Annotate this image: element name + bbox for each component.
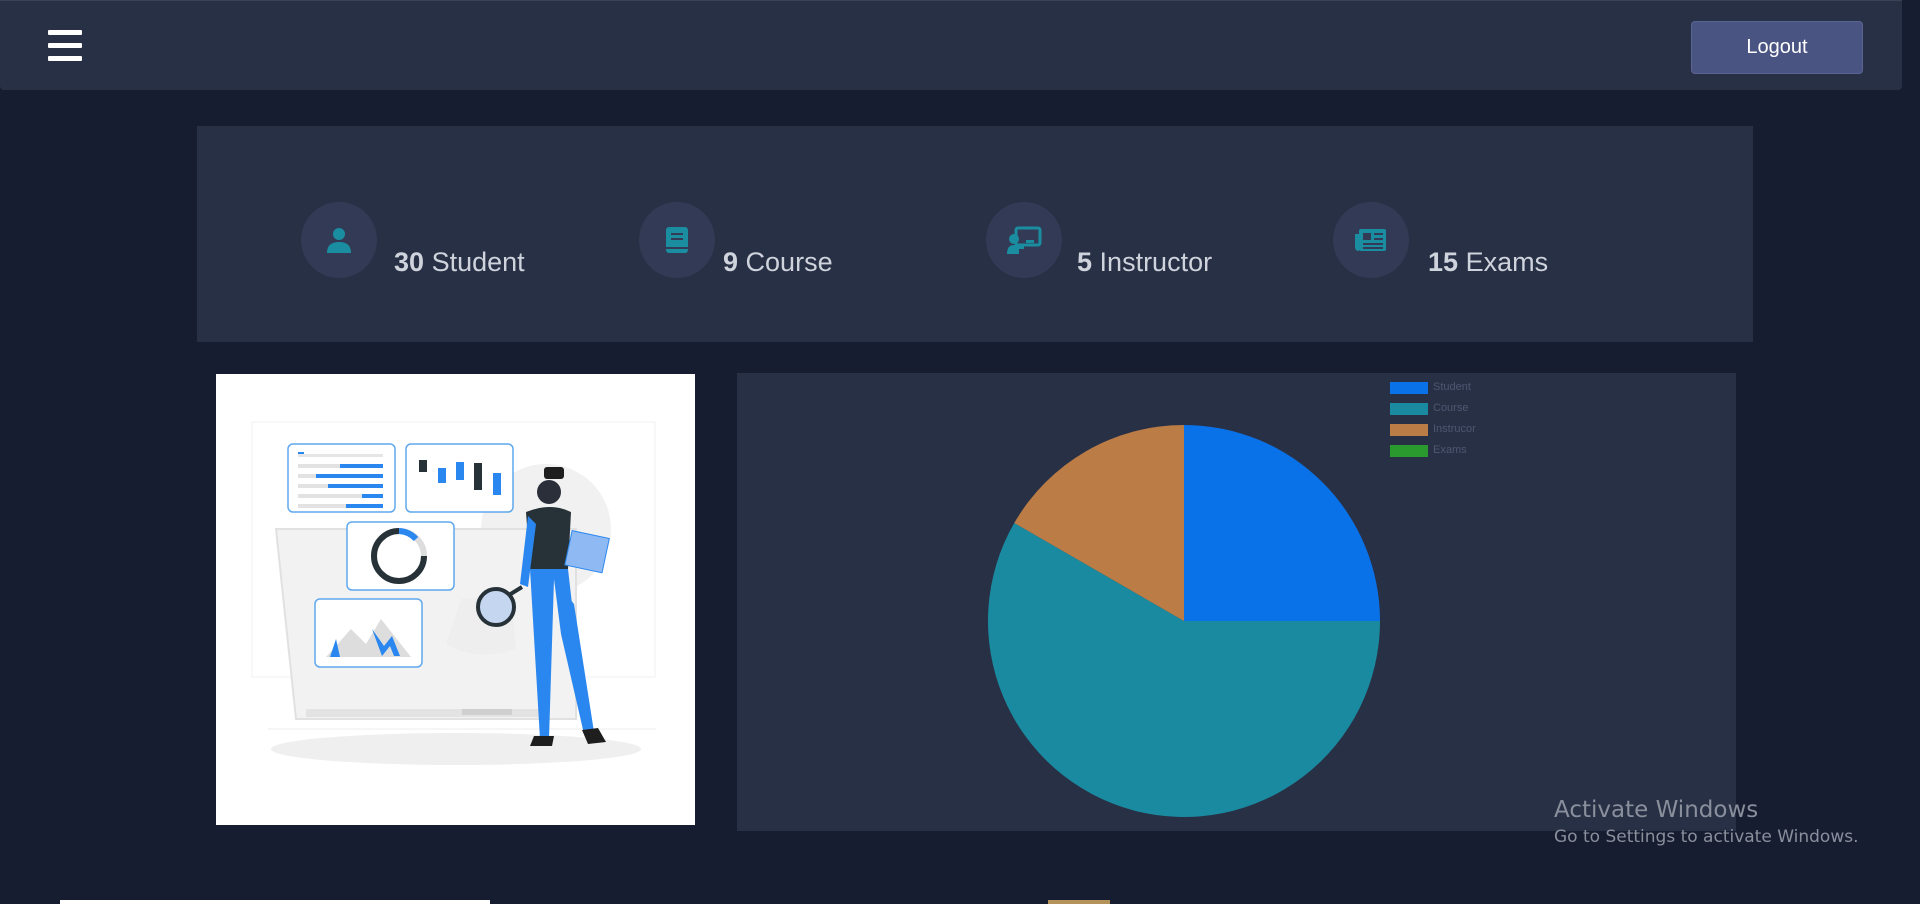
legend-swatch [1390, 445, 1428, 457]
stat-course-count: 9 [723, 247, 739, 277]
user-icon [301, 202, 377, 278]
data-analysis-illustration [216, 374, 695, 825]
legend-label: Instrucor [1433, 423, 1476, 435]
activate-windows-watermark: Activate Windows Go to Settings to activ… [1554, 797, 1859, 847]
bottom-strip [60, 900, 490, 904]
legend-swatch [1390, 382, 1428, 394]
legend-label: Student [1433, 381, 1471, 393]
stat-student-count: 30 [394, 247, 425, 277]
stat-instructor-count: 5 [1077, 247, 1093, 277]
stat-course-text: 9 Course [723, 247, 833, 278]
pie-slice-student [1184, 425, 1380, 621]
stat-student-text: 30 Student [394, 247, 525, 278]
legend-swatch [1390, 403, 1428, 415]
legend-label: Exams [1433, 444, 1467, 456]
stat-exams-label: Exams [1465, 247, 1549, 277]
hamburger-menu-icon[interactable] [48, 30, 82, 62]
legend-label: Course [1433, 402, 1469, 414]
stat-exams-text: 15 Exams [1428, 247, 1548, 278]
newspaper-icon [1333, 202, 1409, 278]
watermark-subtitle: Go to Settings to activate Windows. [1554, 827, 1859, 847]
stat-student-label: Student [431, 247, 525, 277]
bottom-strip-accent [1048, 900, 1110, 904]
stat-exams-count: 15 [1428, 247, 1459, 277]
watermark-title: Activate Windows [1554, 797, 1759, 823]
logout-button[interactable]: Logout [1691, 21, 1863, 74]
stat-instructor-label: Instructor [1099, 247, 1213, 277]
pie-chart [988, 425, 1380, 817]
top-navbar: Logout [0, 0, 1902, 90]
stat-instructor-text: 5 Instructor [1077, 247, 1212, 278]
stats-card: 30 Student 9 Course 5 Instructor 15 Exam… [197, 126, 1753, 342]
chalkboard-teacher-icon [986, 202, 1062, 278]
legend-swatch [1390, 424, 1428, 436]
pie-chart-card: Student Course Instrucor Exams [737, 373, 1736, 831]
stat-course-label: Course [745, 247, 833, 277]
book-icon [639, 202, 715, 278]
